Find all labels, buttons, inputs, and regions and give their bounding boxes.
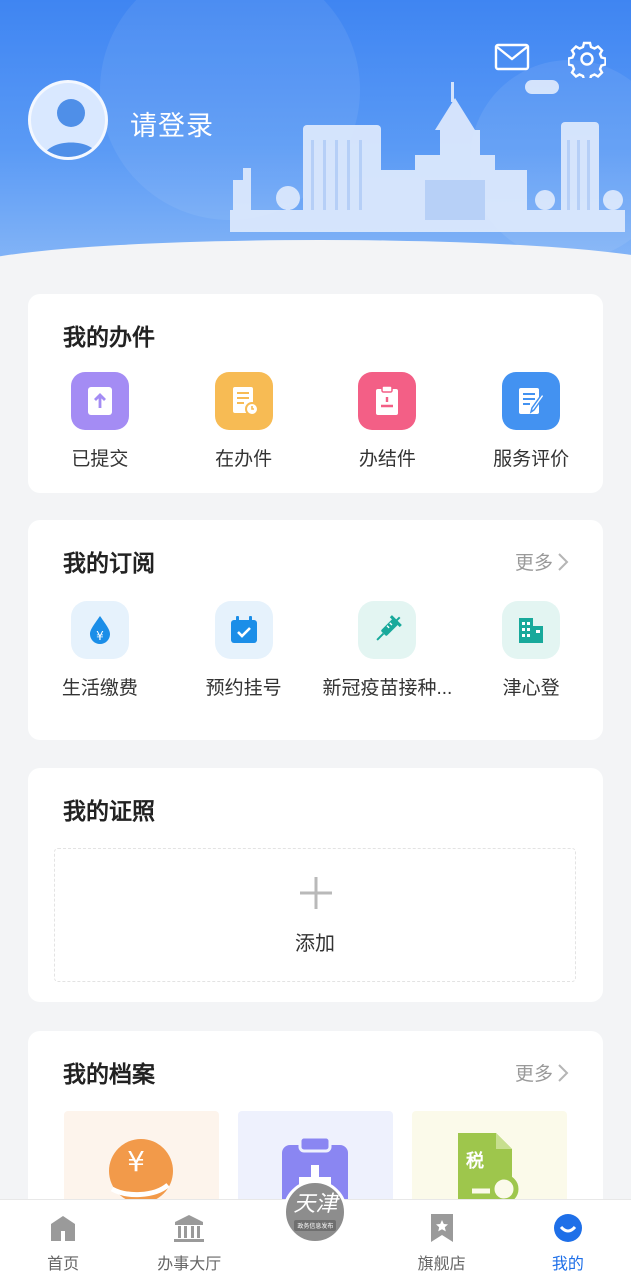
sub-utility-payment[interactable]: ¥ 生活缴费 — [28, 601, 172, 700]
settings-button[interactable] — [567, 40, 607, 82]
document-clock-icon — [214, 372, 273, 430]
nav-service-hall[interactable]: 办事大厅 — [126, 1200, 252, 1280]
bank-hall-icon — [174, 1215, 205, 1242]
calendar-check-icon — [214, 601, 273, 659]
card-title: 我的订阅 — [63, 550, 155, 576]
add-license-button[interactable]: 添加 — [54, 848, 576, 982]
task-in-progress[interactable]: 在办件 — [172, 372, 316, 471]
avatar[interactable] — [28, 80, 108, 160]
more-link[interactable]: 更多 — [515, 1059, 569, 1086]
tianjin-logo: 天津 政务信息发布 — [283, 1180, 348, 1244]
task-submitted[interactable]: 已提交 — [28, 372, 172, 471]
home-icon — [51, 1216, 76, 1241]
nav-flagship-store[interactable]: 旗舰店 — [379, 1200, 505, 1280]
sub-covid-vaccine[interactable]: 新冠疫苗接种... — [316, 601, 460, 700]
mail-icon — [494, 43, 530, 71]
smile-profile-icon — [553, 1214, 582, 1242]
cityscape-illustration — [230, 80, 625, 232]
profile-header: 请登录 — [0, 0, 631, 270]
task-completed[interactable]: 办结件 — [316, 372, 460, 471]
plus-icon — [300, 877, 332, 909]
chevron-right-icon — [558, 1063, 569, 1082]
clipboard-icon — [358, 372, 417, 430]
login-link[interactable]: 请登录 — [130, 104, 214, 143]
card-title: 我的档案 — [63, 1061, 155, 1087]
gear-icon — [567, 41, 607, 82]
card-title: 我的证照 — [63, 798, 155, 824]
yuan-hand-icon: ¥ — [109, 1139, 173, 1203]
avatar-icon — [43, 99, 99, 157]
building-icon — [502, 601, 561, 659]
upload-document-icon — [70, 372, 129, 430]
sub-appointment[interactable]: 预约挂号 — [172, 601, 316, 700]
archive-social-security[interactable]: ¥ — [64, 1111, 219, 1211]
card-title: 我的办件 — [63, 324, 155, 350]
archive-tax[interactable]: 税 — [412, 1111, 567, 1211]
tax-document-search-icon: 税 — [458, 1133, 519, 1211]
my-subscriptions-card: 我的订阅 更多 ¥ 生活缴费 预约挂号 新冠疫苗接种... 津心登 — [28, 520, 603, 740]
nav-home[interactable]: 首页 — [0, 1200, 126, 1280]
bottom-nav: 首页 办事大厅 天津 政务信息发布 旗舰店 我的 — [0, 1180, 631, 1280]
more-link[interactable]: 更多 — [515, 548, 569, 575]
nav-mine[interactable]: 我的 — [505, 1200, 631, 1280]
nav-tianjin-logo[interactable]: 天津 政务信息发布 — [252, 1180, 378, 1280]
my-tasks-card: 我的办件 已提交 在办件 办结件 服务评价 — [28, 294, 603, 493]
bookmark-star-icon — [430, 1214, 453, 1242]
svg-text:税: 税 — [466, 1150, 484, 1172]
chevron-right-icon — [558, 552, 569, 571]
water-drop-yuan-icon: ¥ — [70, 601, 129, 659]
syringe-icon — [358, 601, 417, 659]
mail-button[interactable] — [494, 42, 530, 74]
svg-text:¥: ¥ — [96, 629, 104, 643]
sub-jinxindeng[interactable]: 津心登 — [459, 601, 603, 700]
task-service-rating[interactable]: 服务评价 — [459, 372, 603, 471]
document-edit-icon — [502, 372, 561, 430]
my-licenses-card: 我的证照 添加 — [28, 768, 603, 1002]
svg-text:¥: ¥ — [127, 1145, 145, 1178]
